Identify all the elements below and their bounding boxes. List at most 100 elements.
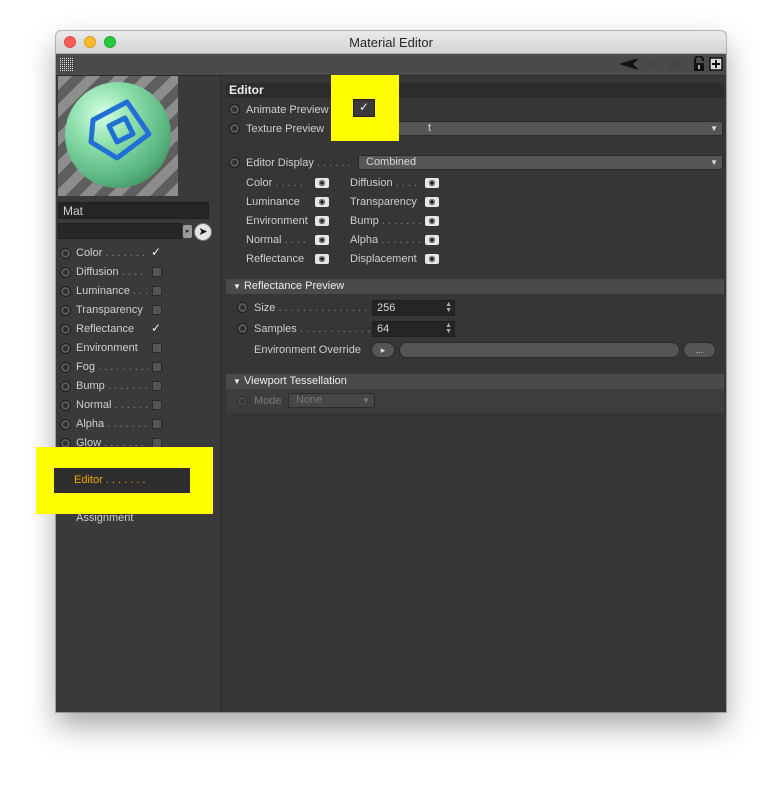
channel-radio[interactable] — [60, 419, 71, 430]
channel-environment[interactable]: Environment — [58, 340, 218, 358]
new-window-icon[interactable] — [709, 57, 723, 71]
samples-radio[interactable] — [237, 323, 248, 334]
channel-color[interactable]: Color . . . . . . . ✓ — [58, 245, 218, 263]
eye-icon[interactable]: ◉ — [425, 197, 439, 207]
toolbar — [56, 54, 726, 76]
samples-input[interactable]: 64 ▲ ▼ — [372, 321, 455, 337]
chevron-down-icon: ▼ — [362, 396, 370, 405]
label-text: Samples — [254, 323, 297, 335]
channel-checkbox[interactable] — [152, 419, 162, 429]
channel-luminance[interactable]: Luminance . . . — [58, 283, 218, 301]
channel-transparency[interactable]: Transparency — [58, 302, 218, 320]
sidebar-item-assignment[interactable]: Assignment — [76, 512, 133, 524]
title-bar: Material Editor — [56, 31, 726, 54]
display-channel-environment: Environment — [246, 215, 308, 227]
eye-icon[interactable]: ◉ — [315, 216, 329, 226]
channel-fog[interactable]: Fog . . . . . . . . . — [58, 359, 218, 377]
mode-label: Mode — [254, 395, 282, 407]
display-channel-reflectance: Reflectance — [246, 253, 305, 265]
channel-bump[interactable]: Bump . . . . . . . — [58, 378, 218, 396]
animate-preview-radio[interactable] — [229, 104, 240, 115]
channel-radio[interactable] — [60, 248, 71, 259]
spinner-arrows-icon[interactable]: ▲ ▼ — [445, 301, 452, 314]
reflectance-preview-header[interactable]: ▼ Reflectance Preview — [226, 279, 724, 294]
mode-dropdown[interactable]: None ▼ — [288, 393, 375, 408]
channel-checkbox[interactable] — [152, 267, 162, 277]
channel-label: Luminance — [76, 285, 130, 297]
spinner-arrows-icon[interactable]: ▲ ▼ — [445, 322, 452, 335]
back-arrow-icon[interactable] — [618, 57, 640, 71]
checkmark-icon[interactable]: ✓ — [151, 245, 161, 259]
eye-icon[interactable]: ◉ — [425, 178, 439, 188]
channel-alpha[interactable]: Alpha . . . . . . . — [58, 416, 218, 434]
dot-leader: . . . . . . — [316, 157, 351, 169]
eye-icon[interactable]: ◉ — [315, 178, 329, 188]
material-preview[interactable] — [58, 76, 178, 196]
channel-checkbox[interactable] — [152, 362, 162, 372]
label-text: Normal — [246, 234, 282, 246]
channel-label: Color — [76, 247, 103, 259]
animate-preview-checkbox[interactable]: ✓ — [353, 99, 375, 117]
triangle-down-icon: ▼ — [233, 377, 241, 386]
environment-override-browse-button[interactable]: ... — [683, 342, 716, 358]
checkmark-icon[interactable]: ✓ — [151, 321, 161, 335]
channel-radio[interactable] — [60, 305, 71, 316]
channel-reflectance[interactable]: Reflectance ✓ — [58, 321, 218, 339]
environment-override-label: Environment Override — [254, 344, 361, 356]
size-radio[interactable] — [237, 302, 248, 313]
input-value: 256 — [377, 302, 396, 314]
home-icon[interactable] — [666, 57, 682, 71]
checkmark-icon: ✓ — [359, 100, 370, 114]
dot-leader: . . . . . . . — [107, 380, 148, 392]
eye-icon[interactable]: ◉ — [315, 235, 329, 245]
mode-radio[interactable] — [237, 396, 248, 407]
channel-radio[interactable] — [60, 381, 71, 392]
texture-preview-radio[interactable] — [229, 123, 240, 134]
channel-checkbox[interactable] — [152, 381, 162, 391]
viewport-tessellation-header[interactable]: ▼ Viewport Tessellation — [226, 374, 724, 389]
environment-override-link-field[interactable] — [399, 342, 680, 358]
display-channel-displacement: Displacement — [350, 253, 417, 265]
channel-label: Normal — [76, 399, 112, 411]
texture-preview-dropdown[interactable]: t ▼ — [396, 121, 723, 136]
channel-checkbox[interactable] — [152, 400, 162, 410]
section-title: Reflectance Preview — [243, 280, 345, 292]
channel-checkbox[interactable] — [152, 305, 162, 315]
editor-section-header: Editor — [226, 83, 724, 98]
display-channel-color: Color . . . . . — [246, 177, 303, 189]
dot-leader: . . . . — [121, 266, 144, 278]
size-input[interactable]: 256 ▲ ▼ — [372, 300, 455, 316]
channel-radio[interactable] — [60, 324, 71, 335]
label-text: Alpha — [350, 234, 379, 246]
forward-arrow-icon[interactable] — [641, 57, 663, 71]
picker-icon[interactable]: ➤ — [194, 223, 212, 241]
editor-display-dropdown[interactable]: Combined ▼ — [358, 155, 723, 170]
sidebar-item-editor[interactable]: Editor . . . . . . . — [54, 468, 190, 493]
channel-radio[interactable] — [60, 362, 71, 373]
eye-icon[interactable]: ◉ — [315, 197, 329, 207]
material-name-field[interactable]: Mat — [58, 202, 209, 219]
channel-normal[interactable]: Normal . . . . . . — [58, 397, 218, 415]
link-menu-arrow-icon[interactable]: ▸ — [183, 225, 192, 238]
eye-icon[interactable]: ◉ — [425, 216, 439, 226]
channel-diffusion[interactable]: Diffusion . . . . — [58, 264, 218, 282]
editor-display-radio[interactable] — [229, 157, 240, 168]
channel-checkbox[interactable] — [152, 343, 162, 353]
link-field[interactable] — [58, 223, 182, 239]
lock-icon[interactable] — [692, 56, 706, 72]
eye-icon[interactable]: ◉ — [425, 254, 439, 264]
display-channel-diffusion: Diffusion . . . . — [350, 177, 417, 189]
texture-grid-icon[interactable] — [60, 57, 74, 71]
channel-checkbox[interactable] — [152, 286, 162, 296]
channel-radio[interactable] — [60, 286, 71, 297]
channel-radio[interactable] — [60, 343, 71, 354]
display-channel-normal: Normal . . . . — [246, 234, 306, 246]
dropdown-value: None — [296, 394, 323, 406]
window-title: Material Editor — [349, 35, 433, 50]
eye-icon[interactable]: ◉ — [315, 254, 329, 264]
channel-radio[interactable] — [60, 400, 71, 411]
channel-radio[interactable] — [60, 267, 71, 278]
label-text: Diffusion — [350, 177, 393, 189]
eye-icon[interactable]: ◉ — [425, 235, 439, 245]
environment-override-menu-button[interactable]: ▸ — [371, 342, 395, 358]
